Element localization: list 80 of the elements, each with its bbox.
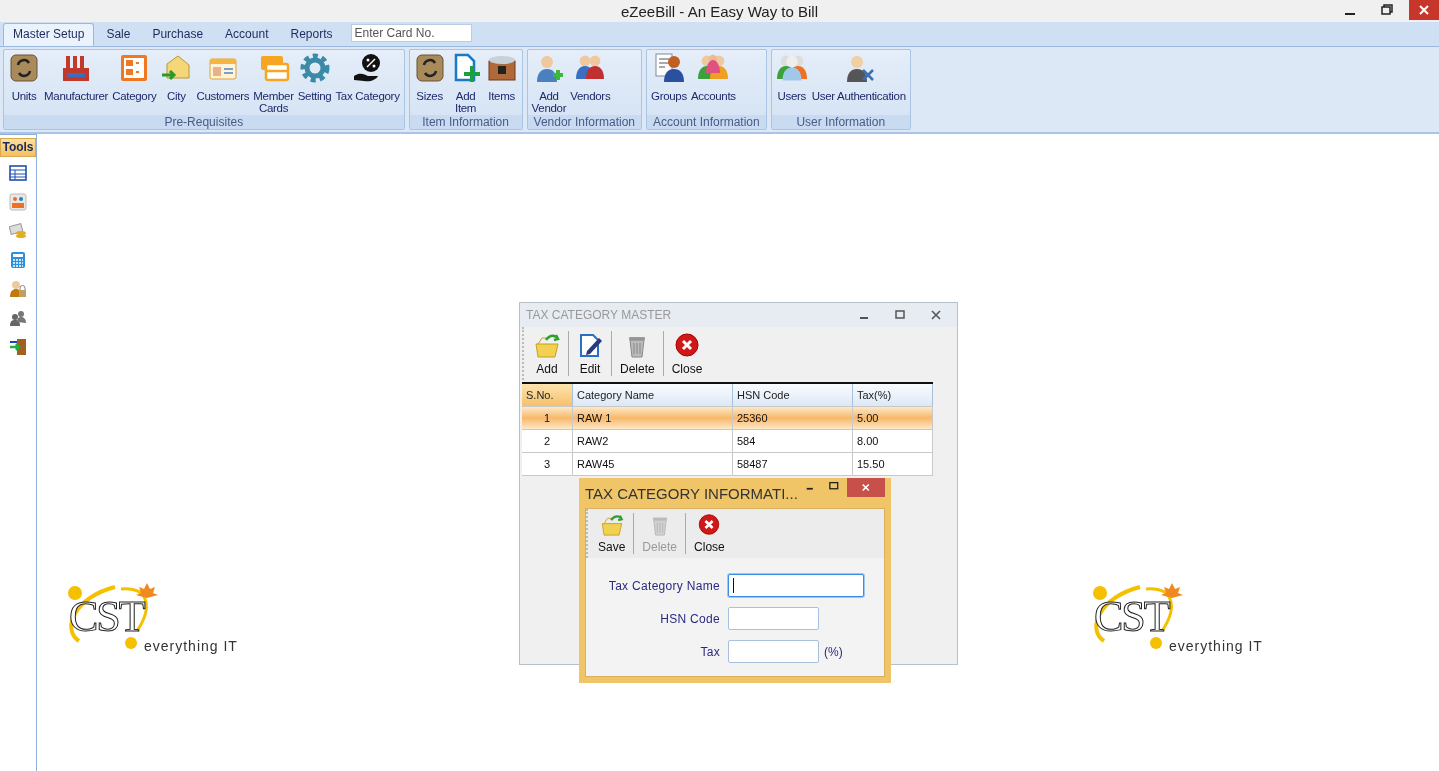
- column-header[interactable]: HSN Code: [733, 384, 853, 406]
- ribbon-button[interactable]: Add Item: [447, 52, 484, 114]
- ribbon-tab[interactable]: Master Setup: [3, 23, 95, 46]
- money-icon[interactable]: [9, 222, 27, 240]
- calculator-icon[interactable]: [9, 251, 27, 269]
- ribbon-button[interactable]: Category: [110, 52, 159, 102]
- unit-label: (%): [824, 644, 843, 659]
- table-cell: 1: [522, 407, 573, 429]
- ribbon-button[interactable]: Vendors: [568, 52, 613, 102]
- ribbon-tab[interactable]: Sale: [96, 23, 141, 46]
- table-cell: 58487: [733, 453, 853, 475]
- field-label: HSN Code: [659, 611, 721, 626]
- box-icon: [413, 52, 446, 84]
- toolbar-button[interactable]: Close: [686, 513, 733, 554]
- ribbon-tab[interactable]: Reports: [280, 23, 343, 46]
- table-cell: RAW 1: [573, 407, 733, 429]
- table-row[interactable]: 2 RAW2 584 8.00: [522, 430, 933, 453]
- input-field[interactable]: [728, 640, 819, 663]
- people-icon[interactable]: [9, 193, 27, 211]
- group-caption: Pre-Requisites: [4, 115, 404, 129]
- close-icon[interactable]: [1409, 0, 1439, 20]
- ribbon-button[interactable]: Groups: [649, 52, 689, 102]
- box-icon: [8, 52, 40, 84]
- toolbar-button[interactable]: Edit: [569, 331, 612, 376]
- ribbon-tab[interactable]: Purchase: [142, 23, 214, 46]
- table-cell: 25360: [733, 407, 853, 429]
- gear-icon: [298, 52, 331, 84]
- group-caption: User Information: [771, 115, 910, 129]
- field-label: Tax: [699, 644, 721, 659]
- user-lock-icon[interactable]: [9, 280, 27, 298]
- ribbon-button[interactable]: Users: [773, 52, 810, 102]
- group-caption: Account Information: [647, 115, 766, 129]
- group-caption: Vendor Information: [527, 115, 641, 129]
- window-title: eZeeBill - An Easy Way to Bill: [621, 2, 818, 20]
- toolbar-button[interactable]: Add: [526, 331, 569, 376]
- close-icon[interactable]: [929, 308, 943, 322]
- group-caption: Item Information: [409, 115, 522, 129]
- toolbar-button[interactable]: Close: [663, 331, 711, 376]
- ribbon-button[interactable]: City: [158, 52, 195, 102]
- field-label: Tax Category Name: [607, 578, 721, 593]
- column-header[interactable]: Category Name: [573, 384, 733, 406]
- ribbon-button[interactable]: Manufacturer: [42, 52, 111, 102]
- toolbar-button[interactable]: Save: [590, 513, 635, 554]
- table-cell: 15.50: [853, 453, 933, 475]
- input-field[interactable]: [728, 607, 819, 630]
- table-icon[interactable]: [9, 164, 27, 182]
- table-cell: RAW45: [573, 453, 733, 475]
- close-circle-icon: [674, 331, 701, 358]
- table-row[interactable]: 1 RAW 1 25360 5.00: [522, 407, 933, 430]
- table-cell: 8.00: [853, 430, 933, 452]
- ribbon-tab[interactable]: Account: [215, 23, 279, 46]
- ribbon-button[interactable]: Add Vendor: [529, 52, 569, 114]
- exit-door-icon[interactable]: [9, 338, 27, 356]
- card-number-field[interactable]: Enter Card No.: [350, 24, 472, 42]
- ribbon-button[interactable]: Tax Category: [333, 52, 402, 102]
- table-cell: 3: [522, 453, 573, 475]
- user-document-icon: [652, 52, 685, 84]
- table-cell: 2: [522, 430, 573, 452]
- ribbon-button[interactable]: Accounts: [688, 52, 738, 102]
- table-row[interactable]: 3 RAW45 58487 15.50: [522, 453, 933, 476]
- ribbon-button[interactable]: Member Cards: [251, 52, 296, 114]
- toolbar-button[interactable]: Delete: [612, 331, 664, 376]
- ribbon-button[interactable]: Setting: [295, 52, 334, 102]
- table-cell: 584: [733, 430, 853, 452]
- column-header[interactable]: Tax(%): [853, 384, 933, 406]
- table-cell: RAW2: [573, 430, 733, 452]
- column-header[interactable]: S.No.: [522, 384, 573, 406]
- ribbon-button[interactable]: Customers: [194, 52, 252, 102]
- tools-header: Tools: [0, 138, 36, 157]
- input-field[interactable]: [728, 574, 864, 597]
- dialog-title: TAX CATEGORY MASTER: [526, 308, 673, 322]
- ribbon-button[interactable]: User Authentication: [809, 52, 908, 102]
- logo-tagline: everything IT: [1169, 638, 1263, 654]
- edit-document-icon: [577, 331, 603, 358]
- ribbon-button[interactable]: Units: [6, 52, 42, 102]
- logo-tagline: everything IT: [144, 638, 238, 654]
- ribbon-button[interactable]: Items: [483, 52, 520, 102]
- ribbon-button[interactable]: Sizes: [411, 52, 448, 102]
- dialog-title: TAX CATEGORY INFORMATI...: [585, 484, 798, 502]
- table-cell: 5.00: [853, 407, 933, 429]
